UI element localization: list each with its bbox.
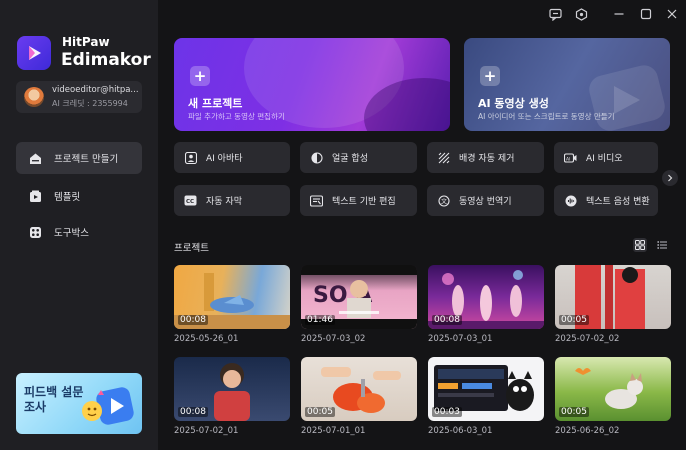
feedback-icon[interactable]	[547, 6, 563, 22]
close-icon[interactable]	[664, 6, 680, 22]
caption-icon: CC	[184, 194, 197, 207]
translate-icon: 文	[437, 194, 450, 207]
project-name: 2025-07-01_01	[301, 426, 366, 436]
sidebar-item-label: 프로젝트 만들기	[54, 154, 119, 165]
add-ai-video-icon: +	[480, 66, 500, 86]
feedback-survey-banner[interactable]: 피드백 설문조사	[16, 373, 142, 434]
duration-badge: 00:08	[432, 315, 462, 325]
feedback-survey-label: 피드백 설문조사	[24, 385, 84, 414]
ai-video-title: AI 동영상 생성	[478, 97, 549, 110]
project-card[interactable]: 00:05 2025-07-01_01	[301, 357, 417, 436]
project-name: 2025-06-26_02	[555, 426, 620, 436]
text-based-edit-button[interactable]: 텍스트 기반 편집	[300, 185, 417, 216]
grid-view-icon[interactable]	[633, 238, 647, 252]
account-email: videoeditor@hitpa...	[52, 85, 139, 95]
project-name: 2025-07-03_01	[428, 334, 493, 344]
list-view-icon[interactable]	[655, 238, 669, 252]
project-name: 2025-07-02_01	[174, 426, 239, 436]
video-translator-button[interactable]: 文 동영상 번역기	[427, 185, 544, 216]
add-project-icon: +	[190, 66, 210, 86]
project-card[interactable]: SO A 01:46 2025-07-03_02	[301, 265, 417, 344]
project-card[interactable]: 00:03 2025-06-03_01	[428, 357, 544, 436]
project-name: 2025-06-03_01	[428, 426, 493, 436]
ai-avatar-button[interactable]: AI 아바타	[174, 142, 290, 173]
project-thumbnail[interactable]: 00:08	[428, 265, 544, 329]
duration-badge: 00:03	[432, 407, 462, 417]
edimakor-logo-icon	[29, 46, 41, 60]
feature-label: 동영상 번역기	[459, 197, 512, 207]
new-project-subtitle: 파일 추가하고 동영상 편집하기	[188, 112, 285, 121]
background-remove-icon	[437, 151, 450, 164]
project-name: 2025-07-03_02	[301, 334, 366, 344]
sidebar-item-create-project[interactable]: 프로젝트 만들기	[16, 142, 142, 174]
brand-name: Edimakor	[61, 50, 151, 70]
project-thumbnail[interactable]: 00:08	[174, 265, 290, 329]
project-thumbnail[interactable]: 00:03	[428, 357, 544, 421]
toolbox-icon	[28, 225, 42, 239]
new-project-card[interactable]: + 새 프로젝트 파일 추가하고 동영상 편집하기	[174, 38, 450, 131]
duration-badge: 00:05	[305, 407, 335, 417]
background-remove-button[interactable]: 배경 자동 제거	[427, 142, 544, 173]
project-thumbnail[interactable]: 00:05	[555, 265, 671, 329]
settings-icon[interactable]	[573, 6, 589, 22]
maximize-icon[interactable]	[638, 6, 654, 22]
duration-badge: 00:08	[178, 315, 208, 325]
project-card[interactable]: 00:05 2025-06-26_02	[555, 357, 671, 436]
avatar	[24, 87, 44, 107]
ai-video-button[interactable]: AI AI 비디오	[554, 142, 658, 173]
project-name: 2025-07-02_02	[555, 334, 620, 344]
project-thumbnail[interactable]: SO A 01:46	[301, 265, 417, 329]
duration-badge: 00:05	[559, 407, 589, 417]
feature-label: 텍스트 기반 편집	[332, 197, 396, 207]
svg-text:CC: CC	[186, 199, 194, 205]
survey-play-icon	[82, 387, 134, 425]
ai-video-icon: AI	[564, 151, 577, 164]
brand-name-small: HitPaw	[62, 35, 110, 49]
ai-video-generate-card[interactable]: + AI 동영상 생성 AI 아이디어 또는 스크립트로 동영상 만들기	[464, 38, 670, 131]
duration-badge: 00:08	[178, 407, 208, 417]
project-name: 2025-05-26_01	[174, 334, 239, 344]
project-thumbnail[interactable]: 00:05	[301, 357, 417, 421]
feature-label: 얼굴 합성	[332, 154, 368, 164]
sidebar-item-label: 도구박스	[54, 228, 89, 239]
avatar-icon	[184, 151, 197, 164]
sidebar: HitPaw Edimakor videoeditor@hitpa... AI …	[0, 0, 158, 450]
feature-label: 배경 자동 제거	[459, 154, 515, 164]
feature-label: 자동 자막	[206, 197, 242, 207]
svg-text:文: 文	[441, 197, 447, 205]
text-edit-icon	[310, 194, 323, 207]
projects-section-title: 프로젝트	[174, 243, 209, 254]
home-icon	[28, 151, 42, 165]
sidebar-item-templates[interactable]: 템플릿	[16, 180, 142, 212]
project-thumbnail[interactable]: 00:05	[555, 357, 671, 421]
face-swap-icon	[310, 151, 323, 164]
project-card[interactable]: 00:08 2025-07-02_01	[174, 357, 290, 436]
auto-caption-button[interactable]: CC 자동 자막	[174, 185, 290, 216]
feature-label: AI 아바타	[206, 154, 243, 164]
feature-label: AI 비디오	[586, 154, 623, 164]
duration-badge: 00:05	[559, 315, 589, 325]
face-swap-button[interactable]: 얼굴 합성	[300, 142, 417, 173]
features-scroll-right-icon[interactable]	[662, 170, 678, 186]
minimize-icon[interactable]	[611, 6, 627, 22]
ai-credits: AI 크레딧 : 2355994	[52, 99, 128, 108]
app-logo	[17, 36, 51, 70]
project-card[interactable]: 00:08 2025-07-03_01	[428, 265, 544, 344]
svg-text:AI: AI	[566, 156, 570, 162]
sidebar-item-label: 템플릿	[54, 192, 81, 203]
account-card[interactable]: videoeditor@hitpa... AI 크레딧 : 2355994	[16, 81, 142, 113]
ai-video-subtitle: AI 아이디어 또는 스크립트로 동영상 만들기	[478, 112, 615, 121]
text-to-speech-button[interactable]: 텍스트 음성 변환	[554, 185, 658, 216]
feature-label: 텍스트 음성 변환	[586, 197, 650, 207]
tts-icon	[564, 194, 577, 207]
duration-badge: 01:46	[305, 315, 335, 325]
template-icon	[28, 189, 42, 203]
project-thumbnail[interactable]: 00:08	[174, 357, 290, 421]
project-card[interactable]: 00:08 2025-05-26_01	[174, 265, 290, 344]
new-project-title: 새 프로젝트	[188, 97, 243, 110]
project-card[interactable]: 00:05 2025-07-02_02	[555, 265, 671, 344]
sidebar-item-toolbox[interactable]: 도구박스	[16, 216, 142, 248]
